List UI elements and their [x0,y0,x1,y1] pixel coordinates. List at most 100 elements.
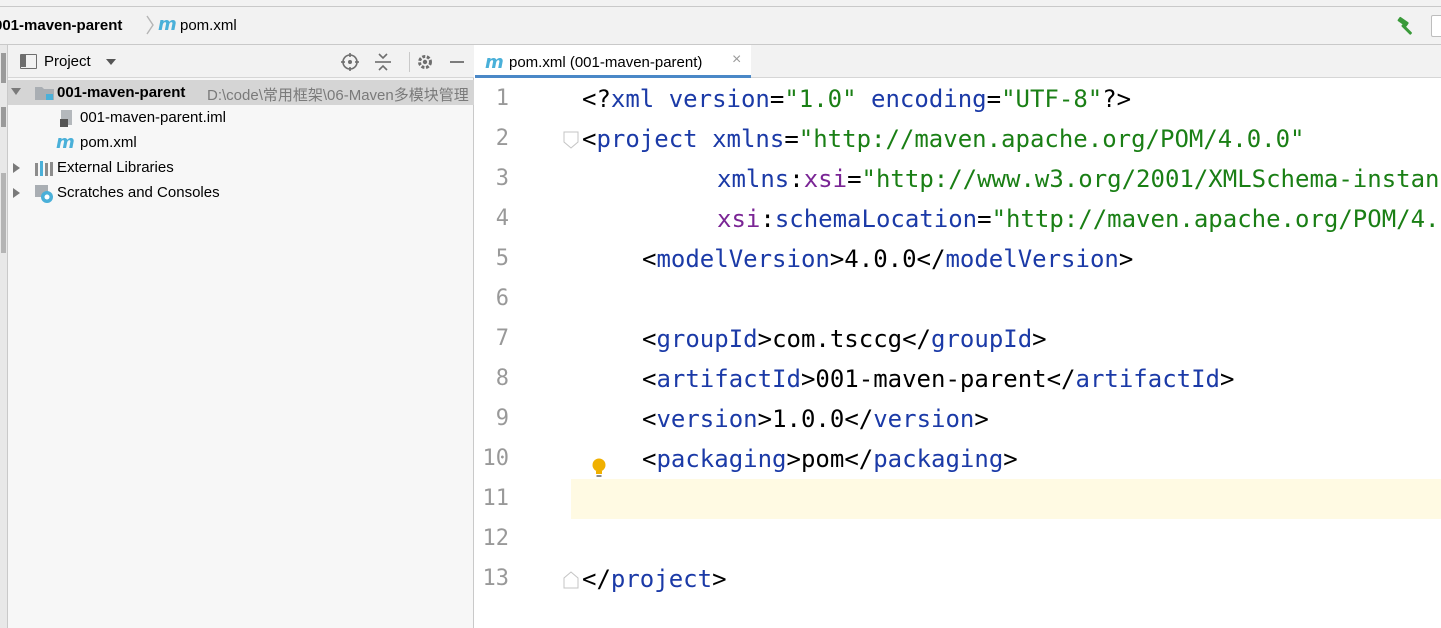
token-punct: = [986,85,1002,113]
line-number: 12 [482,526,510,551]
token-punct: > [829,245,845,273]
close-icon[interactable]: × [732,51,741,69]
tree-item-label: Scratches and Consoles [57,184,220,201]
line-number: 1 [495,86,509,111]
line-number: 9 [495,406,509,431]
token-punct: > [757,405,773,433]
breadcrumb-project[interactable]: 001-maven-parent [0,17,122,34]
code-line-1: <?xml version="1.0" encoding="UTF-8"?> [582,79,1131,119]
token-punct: > [1220,365,1235,393]
tree-item-iml[interactable]: 001-maven-parent.iml [8,105,474,130]
scratches-icon [35,185,53,203]
token-text: pom [800,445,845,473]
window-title-strip [0,0,1441,7]
token-punct: </ [916,245,946,273]
token-punct: ?> [1102,85,1132,113]
token-string: "1.0" [784,85,857,113]
line-number: 6 [495,286,509,311]
token-attr: version [668,85,770,113]
token-punct: = [769,85,785,113]
editor-area: m pom.xml (001-maven-parent) × 1 2 3 4 5… [475,45,1441,628]
crosshair-icon[interactable] [339,51,361,73]
project-view-selector[interactable]: Project [44,53,91,70]
token-text: 4.0.0 [844,245,917,273]
libraries-icon [35,161,53,176]
project-tool-window: Project 001-maven-parent D:\code\常用框架\06… [8,45,474,628]
chevron-right-icon[interactable] [13,188,20,198]
code-line-13: </project> [582,559,727,599]
token-punct: > [974,405,989,433]
code-line-8: <artifactId>001-maven-parent</artifactId… [642,359,1234,399]
tree-item-external-libraries[interactable]: External Libraries [8,155,474,180]
minimize-icon[interactable] [446,51,468,73]
code-line-2: <project xmlns="http://maven.apache.org/… [582,119,1305,159]
code-line-10: <packaging>pom</packaging> [642,439,1018,479]
gear-icon[interactable] [414,51,436,73]
token-tag: xml [610,85,655,113]
project-view-icon [20,54,37,69]
token-punct: = [784,125,799,153]
token-punct: < [582,125,597,153]
line-number: 2 [495,126,509,151]
code-line-3: xmlns:xsi="http://www.w3.org/2001/XMLSch… [717,159,1441,199]
editor-gutter[interactable]: 1 2 3 4 5 6 7 8 9 10 11 12 13 [475,79,579,628]
token-tag: artifactId [1075,365,1221,393]
token-punct: </ [582,565,611,593]
line-number: 11 [482,486,510,511]
token-punct: > [757,325,773,353]
token-attr: xmlns [712,125,785,153]
token-tag: modelVersion [656,245,830,273]
token-namespace: xsi [803,165,848,193]
code-content[interactable]: <?xml version="1.0" encoding="UTF-8"?> <… [571,79,1441,628]
token-string: "http://maven.apache.org/POM/4.0.0" [798,125,1305,153]
editor-tab-pom[interactable]: m pom.xml (001-maven-parent) × [475,45,751,78]
token-punct: = [977,205,992,233]
token-punct: > [1118,245,1134,273]
collapse-all-icon[interactable] [372,51,394,73]
left-tool-window-stripe[interactable] [0,45,8,628]
token-attr: xmlns [717,165,790,193]
chevron-right-icon[interactable] [13,163,20,173]
chevron-down-icon[interactable] [11,88,21,95]
editor-tab-label: pom.xml (001-maven-parent) [509,54,703,71]
code-line-7: <groupId>com.tsccg</groupId> [642,319,1047,359]
tree-item-project-root[interactable]: 001-maven-parent D:\code\常用框架\06-Maven多模… [8,80,474,105]
tool-stripe-project-tab[interactable] [1,53,6,83]
token-tag: project [610,565,713,593]
hammer-icon[interactable] [1396,16,1418,36]
line-number: 13 [482,566,510,591]
chevron-down-icon[interactable] [106,59,116,65]
token-punct: < [642,445,657,473]
svg-text:m: m [158,14,177,34]
svg-text:m: m [485,52,504,72]
tree-item-label: 001-maven-parent [57,84,186,101]
token-text: 1.0.0 [772,405,845,433]
token-namespace: xsi [717,205,761,233]
maven-m-icon: m [56,132,75,152]
token-punct: > [1032,325,1047,353]
token-punct: < [642,365,657,393]
breadcrumb-file[interactable]: pom.xml [180,17,237,34]
token-tag: modelVersion [945,245,1119,273]
token-punct: </ [902,325,932,353]
tree-item-pom[interactable]: m pom.xml [8,130,474,155]
token-punct: > [712,565,727,593]
token-tag: artifactId [656,365,801,393]
token-tag: version [656,405,758,433]
tree-item-scratches[interactable]: Scratches and Consoles [8,180,474,205]
svg-text:m: m [56,132,75,152]
navigation-bar: 001-maven-parent m pom.xml [0,7,1441,45]
line-number: 7 [495,326,509,351]
toolbar-overflow[interactable] [1431,15,1441,37]
token-punct: = [847,165,862,193]
tree-item-label: External Libraries [57,159,174,176]
line-number: 5 [495,246,509,271]
code-line-9: <version>1.0.0</version> [642,399,989,439]
code-line-5: <modelVersion>4.0.0</modelVersion> [642,239,1133,279]
tool-stripe-structure-tab[interactable] [1,173,6,253]
code-line-4: xsi:schemaLocation="http://maven.apache.… [717,199,1441,239]
token-punct: </ [844,405,874,433]
token-string: "http://www.w3.org/2001/XMLSchema-instan… [861,165,1441,193]
token-punct: </ [844,445,874,473]
token-tag: version [873,405,975,433]
